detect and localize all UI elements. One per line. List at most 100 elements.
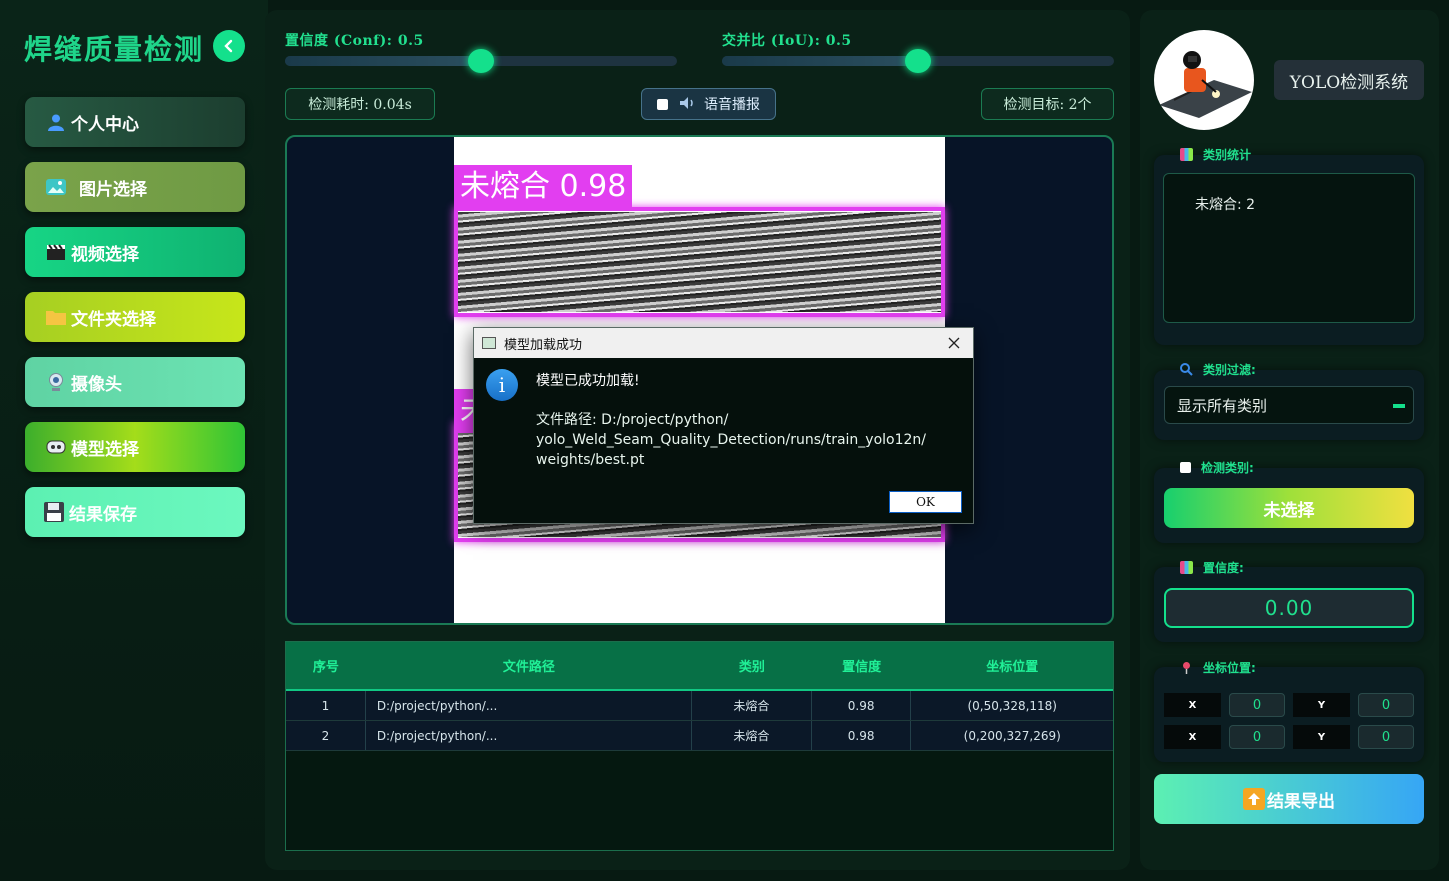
iou-slider-label: 交并比 (IoU): 0.5 — [722, 33, 852, 49]
coordinates-title: 坐标位置: — [1180, 659, 1256, 676]
nav-image-select-button[interactable]: 图片选择 — [25, 162, 245, 212]
detect-class-title: 检测类别: — [1180, 459, 1254, 476]
nav-label: 图片选择 — [79, 179, 147, 200]
nav-model-select-button[interactable]: 模型选择 — [25, 422, 245, 472]
avatar[interactable] — [1154, 30, 1254, 130]
detect-class-title-text: 检测类别: — [1201, 461, 1254, 475]
model-loaded-dialog: 模型加载成功 i 模型已成功加载! 文件路径: D:/project/pytho… — [473, 327, 974, 524]
detect-class-button[interactable]: 未选择 — [1164, 488, 1414, 528]
dialog-ok-button[interactable]: OK — [889, 491, 962, 513]
col-header[interactable]: 文件路径 — [366, 642, 692, 689]
dialog-message: 模型已成功加载! — [536, 373, 640, 389]
nav-label: 摄像头 — [71, 374, 122, 395]
webcam-icon — [45, 371, 67, 393]
sidebar: 焊缝质量检测 个人中心 图片选择 视频选择 文件夹选择 摄像头 模型选择 结果保… — [0, 0, 268, 881]
nav-save-result-button[interactable]: 结果保存 — [25, 487, 245, 537]
confidence-display: 0.00 — [1164, 588, 1414, 628]
cell-path: D:/project/python/... — [366, 721, 693, 750]
voice-checkbox[interactable] — [657, 98, 668, 110]
coord-label-y2: Y — [1293, 725, 1350, 749]
speaker-icon — [680, 96, 696, 112]
nav-label: 视频选择 — [71, 244, 139, 265]
dialog-titlebar[interactable]: 模型加载成功 — [474, 328, 973, 358]
cell-coords: (0,200,327,269) — [963, 728, 1061, 743]
conf-slider[interactable] — [285, 49, 677, 73]
coordinates-card: X 0 Y 0 X 0 Y 0 — [1154, 667, 1424, 762]
conf-slider-handle[interactable] — [468, 49, 494, 73]
collapse-sidebar-button[interactable] — [213, 30, 245, 62]
detect-time-badge: 检测耗时: 0.04s — [285, 88, 435, 120]
export-results-button[interactable]: 结果导出 — [1154, 774, 1424, 824]
stats-card: 未熔合: 2 — [1154, 155, 1424, 345]
search-icon — [1180, 363, 1193, 376]
folder-icon — [45, 306, 67, 328]
detect-class-card: 未选择 — [1154, 468, 1424, 543]
filter-card: 显示所有类别 — [1154, 370, 1424, 440]
col-header[interactable]: 坐标位置 — [912, 642, 1114, 689]
cell-coords: (0,50,328,118) — [967, 698, 1057, 713]
path-line: yolo_Weld_Seam_Quality_Detection/runs/tr… — [536, 432, 926, 448]
col-header[interactable]: 类别 — [692, 642, 812, 689]
iou-slider-handle[interactable] — [905, 49, 931, 73]
voice-label: 语音播报 — [704, 97, 760, 113]
col-header[interactable]: 置信度 — [812, 642, 912, 689]
user-icon — [45, 111, 67, 133]
coord-value-y2: 0 — [1358, 725, 1414, 749]
export-label: 结果导出 — [1267, 791, 1335, 812]
confidence-title-text: 置信度: — [1203, 561, 1244, 575]
coord-value-x2: 0 — [1229, 725, 1285, 749]
cell-class: 未熔合 — [692, 691, 812, 720]
nav-video-select-button[interactable]: 视频选择 — [25, 227, 245, 277]
table-row[interactable]: 2 D:/project/python/... 未熔合 0.98 (0,200,… — [286, 721, 1113, 751]
info-icon: i — [486, 369, 518, 401]
voice-broadcast-toggle[interactable]: 语音播报 — [641, 88, 776, 120]
col-header[interactable]: 序号 — [286, 642, 366, 689]
coordinates-title-text: 坐标位置: — [1203, 661, 1256, 675]
nav-label: 个人中心 — [71, 114, 139, 135]
table-row[interactable]: 1 D:/project/python/... 未熔合 0.98 (0,50,3… — [286, 691, 1113, 721]
dialog-close-button[interactable] — [943, 332, 965, 354]
cell-class: 未熔合 — [692, 721, 812, 750]
model-icon — [45, 436, 67, 458]
coord-label-y1: Y — [1293, 693, 1350, 717]
iou-slider-fill — [722, 56, 918, 66]
chart-icon — [1180, 561, 1193, 574]
coord-label-x2: X — [1164, 725, 1221, 749]
cell-conf: 0.98 — [812, 721, 912, 750]
nav-label: 文件夹选择 — [71, 309, 156, 330]
clapper-icon — [45, 241, 67, 263]
stats-title: 类别统计 — [1180, 146, 1251, 163]
cell-conf: 0.98 — [812, 691, 912, 720]
confidence-card: 0.00 — [1154, 567, 1424, 642]
chart-icon — [1180, 148, 1193, 161]
iou-slider[interactable] — [722, 49, 1114, 73]
conf-slider-label: 置信度 (Conf): 0.5 — [285, 33, 424, 49]
dropdown-icon — [1393, 404, 1405, 408]
checkbox-icon[interactable] — [1180, 462, 1191, 473]
detect-target-badge: 检测目标: 2个 — [981, 88, 1114, 120]
filter-title-text: 类别过滤: — [1203, 363, 1256, 377]
nav-folder-select-button[interactable]: 文件夹选择 — [25, 292, 245, 342]
confidence-title: 置信度: — [1180, 559, 1244, 576]
filter-value: 显示所有类别 — [1177, 396, 1268, 415]
right-panel: YOLO检测系统 未熔合: 2 类别统计 显示所有类别 类别过滤: 未选择 检测… — [1140, 10, 1439, 870]
system-name-badge: YOLO检测系统 — [1274, 60, 1424, 100]
class-filter-select[interactable]: 显示所有类别 — [1164, 386, 1414, 424]
class-stats-box: 未熔合: 2 — [1163, 173, 1415, 323]
cell-path: D:/project/python/... — [366, 691, 693, 720]
filter-title: 类别过滤: — [1180, 361, 1256, 378]
floppy-icon — [43, 501, 65, 523]
dialog-title: 模型加载成功 — [504, 337, 583, 353]
cell-index: 2 — [286, 721, 366, 750]
dialog-file-path: 文件路径: D:/project/python/ yolo_Weld_Seam_… — [536, 410, 956, 470]
detection-label: 未熔合 0.98 — [454, 165, 633, 209]
path-line: 文件路径: D:/project/python/ — [536, 412, 729, 428]
conf-slider-fill — [285, 56, 481, 66]
stats-title-text: 类别统计 — [1203, 148, 1252, 162]
nav-camera-button[interactable]: 摄像头 — [25, 357, 245, 407]
nav-label: 模型选择 — [71, 439, 139, 460]
coord-label-x1: X — [1164, 693, 1221, 717]
nav-personal-center-button[interactable]: 个人中心 — [25, 97, 245, 147]
coord-value-x1: 0 — [1229, 693, 1285, 717]
app-title: 焊缝质量检测 — [24, 33, 205, 66]
